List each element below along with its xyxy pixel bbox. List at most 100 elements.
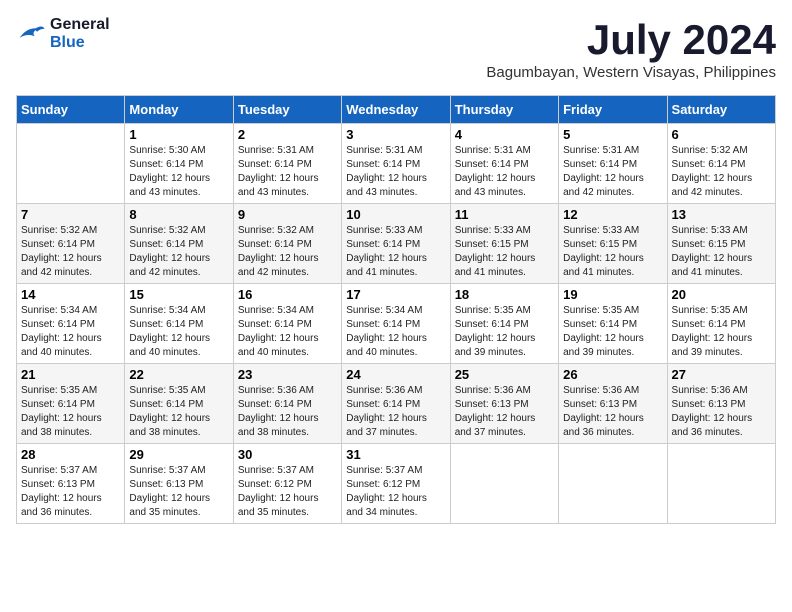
calendar-week-row: 7 Sunrise: 5:32 AM Sunset: 6:14 PM Daylig… xyxy=(17,204,776,284)
calendar-cell: 1Sunrise: 5:30 AM Sunset: 6:14 PM Daylig… xyxy=(125,124,233,204)
calendar-cell: 4Sunrise: 5:31 AM Sunset: 6:14 PM Daylig… xyxy=(450,124,558,204)
calendar-cell: 16 Sunrise: 5:34 AM Sunset: 6:14 PM Dayli… xyxy=(233,284,341,364)
day-info: Sunrise: 5:32 AM Sunset: 6:14 PM Dayligh… xyxy=(129,224,228,280)
day-number: 27 xyxy=(672,367,771,382)
day-number: 21 xyxy=(21,367,120,382)
day-number: 22 xyxy=(129,367,228,382)
day-info: Sunrise: 5:36 AM Sunset: 6:14 PM Dayligh… xyxy=(346,384,445,440)
calendar-cell: 19 Sunrise: 5:35 AM Sunset: 6:14 PM Dayli… xyxy=(559,284,667,364)
day-info: Sunrise: 5:37 AM Sunset: 6:12 PM Dayligh… xyxy=(346,464,445,520)
day-info: Sunrise: 5:36 AM Sunset: 6:13 PM Dayligh… xyxy=(563,384,662,440)
calendar-week-row: 28 Sunrise: 5:37 AM Sunset: 6:13 PM Dayli… xyxy=(17,444,776,524)
calendar-cell: 18 Sunrise: 5:35 AM Sunset: 6:14 PM Dayli… xyxy=(450,284,558,364)
day-number: 30 xyxy=(238,447,337,462)
column-header-friday: Friday xyxy=(559,96,667,124)
day-info: Sunrise: 5:36 AM Sunset: 6:13 PM Dayligh… xyxy=(455,384,554,440)
day-info: Sunrise: 5:31 AM Sunset: 6:14 PM Dayligh… xyxy=(346,144,445,200)
page-header: General Blue July 2024 Bagumbayan, Weste… xyxy=(16,16,776,91)
column-header-wednesday: Wednesday xyxy=(342,96,450,124)
calendar-cell: 15 Sunrise: 5:34 AM Sunset: 6:14 PM Dayli… xyxy=(125,284,233,364)
calendar-cell xyxy=(450,444,558,524)
day-number: 10 xyxy=(346,207,445,222)
calendar-table: SundayMondayTuesdayWednesdayThursdayFrid… xyxy=(16,95,776,524)
column-header-monday: Monday xyxy=(125,96,233,124)
calendar-cell: 30 Sunrise: 5:37 AM Sunset: 6:12 PM Dayli… xyxy=(233,444,341,524)
calendar-cell xyxy=(667,444,775,524)
day-number: 12 xyxy=(563,207,662,222)
day-info: Sunrise: 5:32 AM Sunset: 6:14 PM Dayligh… xyxy=(238,224,337,280)
column-header-sunday: Sunday xyxy=(17,96,125,124)
location-title: Bagumbayan, Western Visayas, Philippines xyxy=(486,64,776,81)
day-number: 11 xyxy=(455,207,554,222)
day-number: 31 xyxy=(346,447,445,462)
day-number: 16 xyxy=(238,287,337,302)
day-info: Sunrise: 5:31 AM Sunset: 6:14 PM Dayligh… xyxy=(238,144,337,200)
calendar-cell: 12 Sunrise: 5:33 AM Sunset: 6:15 PM Dayli… xyxy=(559,204,667,284)
calendar-cell: 11 Sunrise: 5:33 AM Sunset: 6:15 PM Dayli… xyxy=(450,204,558,284)
day-number: 26 xyxy=(563,367,662,382)
calendar-cell: 20Sunrise: 5:35 AM Sunset: 6:14 PM Dayli… xyxy=(667,284,775,364)
day-number: 6 xyxy=(672,127,771,142)
day-number: 19 xyxy=(563,287,662,302)
day-number: 14 xyxy=(21,287,120,302)
day-info: Sunrise: 5:35 AM Sunset: 6:14 PM Dayligh… xyxy=(21,384,120,440)
day-number: 13 xyxy=(672,207,771,222)
day-info: Sunrise: 5:32 AM Sunset: 6:14 PM Dayligh… xyxy=(21,224,120,280)
day-info: Sunrise: 5:33 AM Sunset: 6:14 PM Dayligh… xyxy=(346,224,445,280)
calendar-week-row: 14 Sunrise: 5:34 AM Sunset: 6:14 PM Dayli… xyxy=(17,284,776,364)
day-info: Sunrise: 5:32 AM Sunset: 6:14 PM Dayligh… xyxy=(672,144,771,200)
day-info: Sunrise: 5:33 AM Sunset: 6:15 PM Dayligh… xyxy=(455,224,554,280)
day-info: Sunrise: 5:37 AM Sunset: 6:12 PM Dayligh… xyxy=(238,464,337,520)
day-info: Sunrise: 5:34 AM Sunset: 6:14 PM Dayligh… xyxy=(129,304,228,360)
calendar-cell xyxy=(17,124,125,204)
calendar-cell: 8 Sunrise: 5:32 AM Sunset: 6:14 PM Daylig… xyxy=(125,204,233,284)
logo: General Blue xyxy=(16,16,110,52)
day-info: Sunrise: 5:35 AM Sunset: 6:14 PM Dayligh… xyxy=(563,304,662,360)
day-info: Sunrise: 5:35 AM Sunset: 6:14 PM Dayligh… xyxy=(672,304,771,360)
day-number: 25 xyxy=(455,367,554,382)
logo-text: General Blue xyxy=(50,16,110,52)
day-number: 18 xyxy=(455,287,554,302)
logo-icon xyxy=(16,22,46,46)
day-number: 1 xyxy=(129,127,228,142)
calendar-cell: 13Sunrise: 5:33 AM Sunset: 6:15 PM Dayli… xyxy=(667,204,775,284)
day-number: 15 xyxy=(129,287,228,302)
column-header-tuesday: Tuesday xyxy=(233,96,341,124)
day-info: Sunrise: 5:35 AM Sunset: 6:14 PM Dayligh… xyxy=(455,304,554,360)
day-number: 3 xyxy=(346,127,445,142)
day-info: Sunrise: 5:33 AM Sunset: 6:15 PM Dayligh… xyxy=(563,224,662,280)
calendar-cell: 21 Sunrise: 5:35 AM Sunset: 6:14 PM Dayli… xyxy=(17,364,125,444)
calendar-cell: 7 Sunrise: 5:32 AM Sunset: 6:14 PM Daylig… xyxy=(17,204,125,284)
day-info: Sunrise: 5:31 AM Sunset: 6:14 PM Dayligh… xyxy=(563,144,662,200)
calendar-cell: 2Sunrise: 5:31 AM Sunset: 6:14 PM Daylig… xyxy=(233,124,341,204)
day-number: 7 xyxy=(21,207,120,222)
day-number: 24 xyxy=(346,367,445,382)
title-block: July 2024 Bagumbayan, Western Visayas, P… xyxy=(486,16,776,91)
calendar-cell: 9 Sunrise: 5:32 AM Sunset: 6:14 PM Daylig… xyxy=(233,204,341,284)
calendar-cell: 5 Sunrise: 5:31 AM Sunset: 6:14 PM Daylig… xyxy=(559,124,667,204)
calendar-cell: 23 Sunrise: 5:36 AM Sunset: 6:14 PM Dayli… xyxy=(233,364,341,444)
calendar-cell: 25 Sunrise: 5:36 AM Sunset: 6:13 PM Dayli… xyxy=(450,364,558,444)
day-info: Sunrise: 5:35 AM Sunset: 6:14 PM Dayligh… xyxy=(129,384,228,440)
calendar-cell: 17Sunrise: 5:34 AM Sunset: 6:14 PM Dayli… xyxy=(342,284,450,364)
day-number: 5 xyxy=(563,127,662,142)
day-info: Sunrise: 5:36 AM Sunset: 6:13 PM Dayligh… xyxy=(672,384,771,440)
calendar-cell: 24 Sunrise: 5:36 AM Sunset: 6:14 PM Dayli… xyxy=(342,364,450,444)
day-info: Sunrise: 5:36 AM Sunset: 6:14 PM Dayligh… xyxy=(238,384,337,440)
calendar-cell: 6 Sunrise: 5:32 AM Sunset: 6:14 PM Daylig… xyxy=(667,124,775,204)
column-header-thursday: Thursday xyxy=(450,96,558,124)
calendar-cell: 26 Sunrise: 5:36 AM Sunset: 6:13 PM Dayli… xyxy=(559,364,667,444)
day-number: 9 xyxy=(238,207,337,222)
month-title: July 2024 xyxy=(486,16,776,64)
day-number: 23 xyxy=(238,367,337,382)
day-info: Sunrise: 5:37 AM Sunset: 6:13 PM Dayligh… xyxy=(129,464,228,520)
day-number: 28 xyxy=(21,447,120,462)
day-number: 8 xyxy=(129,207,228,222)
calendar-week-row: 21 Sunrise: 5:35 AM Sunset: 6:14 PM Dayli… xyxy=(17,364,776,444)
day-info: Sunrise: 5:31 AM Sunset: 6:14 PM Dayligh… xyxy=(455,144,554,200)
calendar-cell: 3 Sunrise: 5:31 AM Sunset: 6:14 PM Daylig… xyxy=(342,124,450,204)
calendar-cell: 27 Sunrise: 5:36 AM Sunset: 6:13 PM Dayli… xyxy=(667,364,775,444)
day-number: 17 xyxy=(346,287,445,302)
calendar-cell: 31 Sunrise: 5:37 AM Sunset: 6:12 PM Dayli… xyxy=(342,444,450,524)
day-info: Sunrise: 5:34 AM Sunset: 6:14 PM Dayligh… xyxy=(238,304,337,360)
